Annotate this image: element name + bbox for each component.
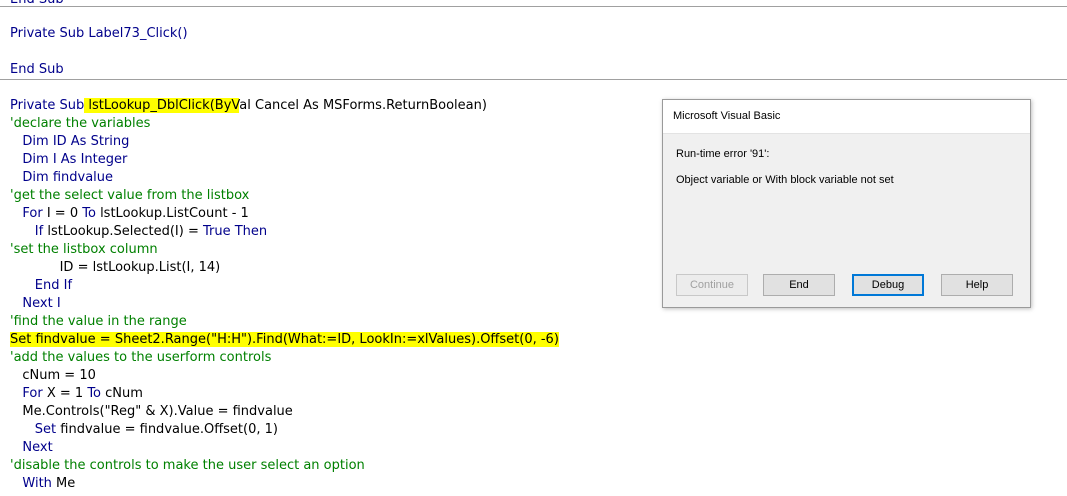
- code-line[interactable]: Private Sub Label73_Click(): [10, 25, 188, 43]
- code-line[interactable]: Next I: [10, 295, 60, 313]
- code-line[interactable]: cNum = 10: [10, 367, 95, 385]
- code-line[interactable]: With Me: [10, 475, 75, 493]
- highlighted-text: lstLookup_DblClick(ByV: [84, 98, 240, 113]
- code-text: I = 0: [46, 206, 83, 221]
- code-text: findvalue = findvalue.Offset(0, 1): [56, 422, 278, 437]
- runtime-error-dialog: Microsoft Visual Basic Run-time error '9…: [662, 99, 1031, 308]
- code-text: lstLookup.Selected(I) =: [43, 224, 203, 239]
- comment-line[interactable]: 'disable the controls to make the user s…: [10, 457, 365, 475]
- code-line[interactable]: If lstLookup.Selected(I) = True Then: [10, 223, 267, 241]
- code-line[interactable]: For I = 0 To lstLookup.ListCount - 1: [10, 205, 249, 223]
- dialog-title: Microsoft Visual Basic: [673, 110, 781, 122]
- keyword: Set: [10, 422, 57, 437]
- help-button[interactable]: Help: [941, 274, 1013, 296]
- code-line[interactable]: End Sub: [10, 61, 64, 79]
- continue-button[interactable]: Continue: [676, 274, 748, 296]
- code-line[interactable]: Set findvalue = findvalue.Offset(0, 1): [10, 421, 278, 439]
- comment-line[interactable]: 'add the values to the userform controls: [10, 349, 271, 367]
- keyword: For: [10, 206, 47, 221]
- code-line[interactable]: Next: [10, 439, 52, 457]
- error-message-text: Object variable or With block variable n…: [676, 174, 894, 186]
- procedure-separator: [0, 6, 1067, 7]
- keyword: True Then: [203, 224, 268, 239]
- keyword: If: [10, 224, 44, 239]
- keyword: To: [87, 386, 101, 401]
- code-line[interactable]: For X = 1 To cNum: [10, 385, 143, 403]
- error-code-text: Run-time error '91':: [676, 148, 770, 160]
- keyword: With: [10, 476, 52, 491]
- code-text: lstLookup.ListCount - 1: [95, 206, 249, 221]
- keyword: Private Sub: [10, 98, 85, 113]
- code-line-procedure-header[interactable]: Private Sub lstLookup_DblClick(ByVal Can…: [10, 97, 487, 115]
- code-line[interactable]: Me.Controls("Reg" & X).Value = findvalue: [10, 403, 292, 421]
- code-text: X = 1: [46, 386, 88, 401]
- procedure-separator: [0, 79, 1067, 80]
- code-line-error-highlight[interactable]: Set findvalue = Sheet2.Range("H:H").Find…: [10, 331, 559, 349]
- code-line[interactable]: Dim ID As String: [10, 133, 129, 151]
- comment-line[interactable]: 'set the listbox column: [10, 241, 158, 259]
- comment-line[interactable]: 'declare the variables: [10, 115, 150, 133]
- code-line[interactable]: Dim findvalue: [10, 169, 113, 187]
- code-line-end-sub-partial: End Sub: [10, 0, 64, 9]
- keyword: For: [10, 386, 47, 401]
- code-line[interactable]: Dim I As Integer: [10, 151, 127, 169]
- code-text: Me: [51, 476, 76, 491]
- comment-line[interactable]: 'get the select value from the listbox: [10, 187, 249, 205]
- highlighted-text: Set findvalue = Sheet2.Range("H:H").Find…: [10, 332, 559, 347]
- dialog-titlebar[interactable]: Microsoft Visual Basic: [663, 100, 1030, 134]
- code-line[interactable]: ID = lstLookup.List(I, 14): [10, 259, 221, 277]
- debug-button[interactable]: Debug: [852, 274, 924, 296]
- keyword: To: [82, 206, 96, 221]
- comment-line[interactable]: 'find the value in the range: [10, 313, 187, 331]
- code-text: cNum: [101, 386, 143, 401]
- code-line[interactable]: End If: [10, 277, 72, 295]
- code-text: al Cancel As MSForms.ReturnBoolean): [239, 98, 487, 113]
- end-button[interactable]: End: [763, 274, 835, 296]
